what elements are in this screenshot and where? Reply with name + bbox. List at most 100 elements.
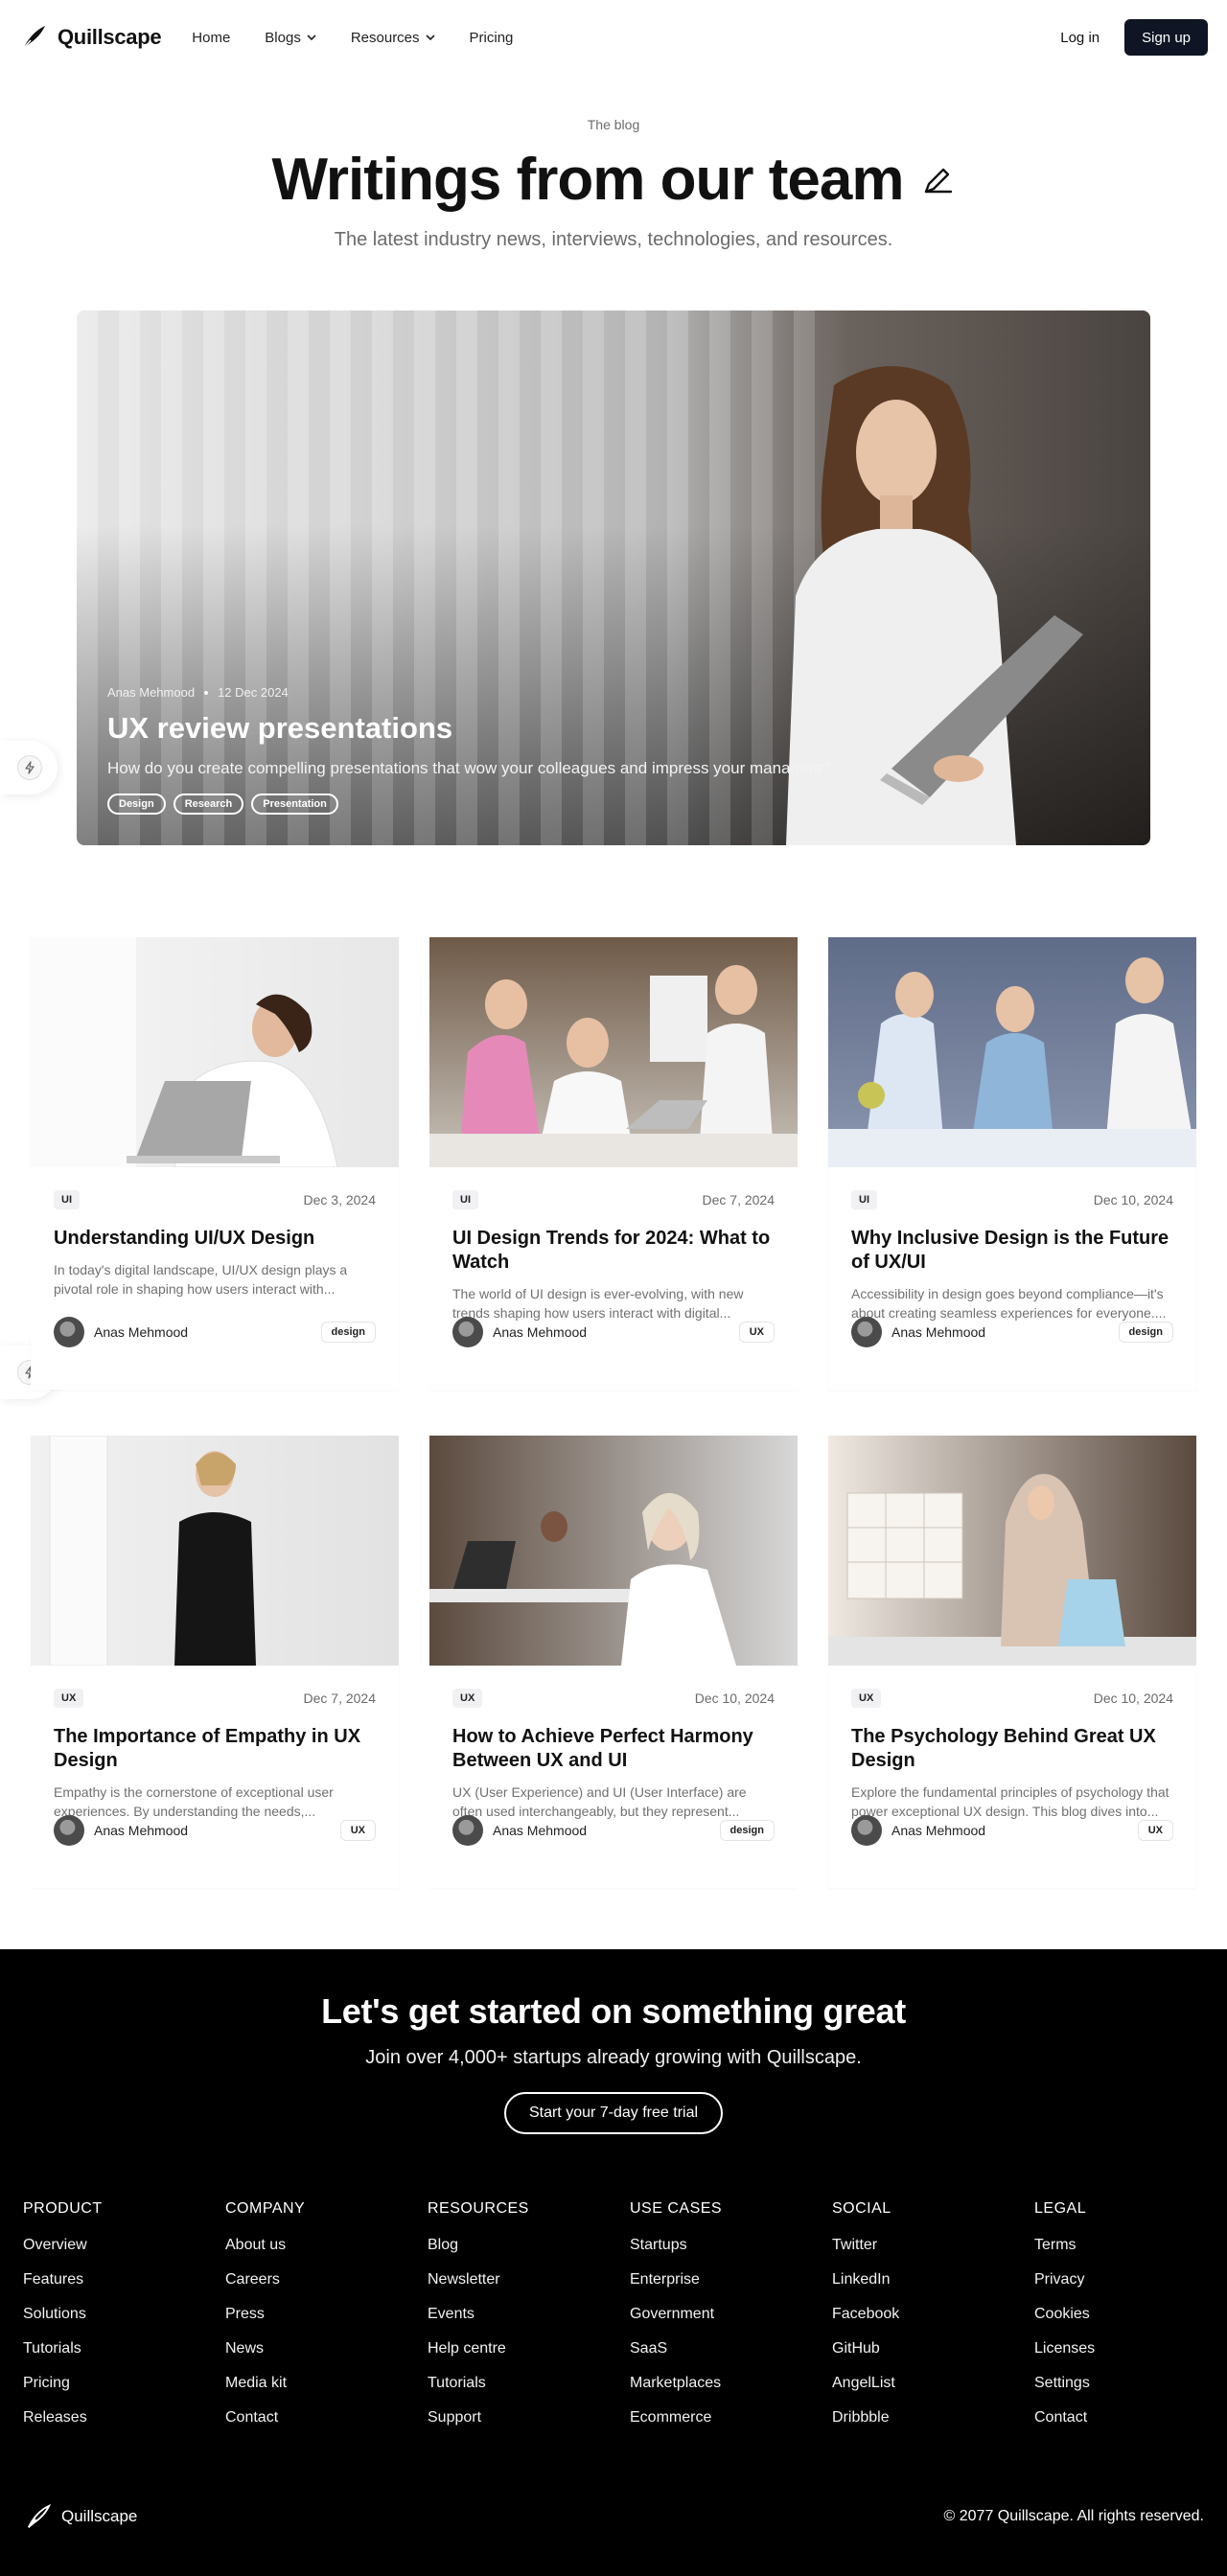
footer-link[interactable]: AngelList [832, 2375, 1034, 2409]
category-badge[interactable]: UX [851, 1689, 882, 1708]
footer-link[interactable]: Contact [1034, 2409, 1227, 2444]
post-author[interactable]: Anas Mehmood [452, 1815, 587, 1846]
post-image [31, 1436, 399, 1666]
footer-link[interactable]: Media kit [225, 2375, 428, 2409]
page-subtitle: The latest industry news, interviews, te… [334, 229, 893, 250]
footer-link[interactable]: Events [428, 2306, 630, 2340]
post-tag[interactable]: UX [1137, 1820, 1173, 1841]
post-author[interactable]: Anas Mehmood [54, 1317, 188, 1347]
footer-link[interactable]: Solutions [23, 2306, 225, 2340]
post-image [828, 937, 1196, 1167]
featured-author: Anas Mehmood [107, 685, 196, 700]
post-card[interactable]: UI Dec 10, 2024 Why Inclusive Design is … [828, 937, 1196, 1390]
post-card[interactable]: UX Dec 10, 2024 How to Achieve Perfect H… [429, 1436, 798, 1888]
footer-link[interactable]: Settings [1034, 2375, 1227, 2409]
footer-link[interactable]: Terms [1034, 2237, 1227, 2271]
login-link[interactable]: Log in [1051, 22, 1109, 54]
footer-link[interactable]: LinkedIn [832, 2271, 1034, 2306]
post-title[interactable]: The Importance of Empathy in UX Design [54, 1725, 376, 1773]
footer-link[interactable]: About us [225, 2237, 428, 2271]
footer-link[interactable]: Facebook [832, 2306, 1034, 2340]
footer-link[interactable]: Startups [630, 2237, 832, 2271]
footer-link[interactable]: Press [225, 2306, 428, 2340]
category-badge[interactable]: UI [54, 1190, 80, 1209]
post-title[interactable]: The Psychology Behind Great UX Design [851, 1725, 1173, 1773]
post-title[interactable]: Why Inclusive Design is the Future of UX… [851, 1227, 1173, 1275]
meta-separator [204, 690, 209, 695]
post-tag[interactable]: design [320, 1322, 376, 1343]
footer-link[interactable]: Pricing [23, 2375, 225, 2409]
footer-link[interactable]: Help centre [428, 2340, 630, 2375]
post-tag[interactable]: design [719, 1820, 775, 1841]
post-card[interactable]: UI Dec 3, 2024 Understanding UI/UX Desig… [31, 937, 399, 1390]
featured-tag[interactable]: Presentation [251, 794, 338, 815]
featured-tag[interactable]: Research [173, 794, 244, 815]
post-author[interactable]: Anas Mehmood [452, 1317, 587, 1347]
footer-link[interactable]: News [225, 2340, 428, 2375]
featured-title[interactable]: UX review presentations [107, 711, 831, 746]
nav-blogs-dropdown[interactable]: Blogs [265, 30, 316, 46]
post-author[interactable]: Anas Mehmood [851, 1815, 985, 1846]
footer-link[interactable]: Government [630, 2306, 832, 2340]
featured-tag[interactable]: Design [107, 794, 166, 815]
post-tag[interactable]: design [1118, 1322, 1173, 1343]
footer-link[interactable]: Marketplaces [630, 2375, 832, 2409]
post-author[interactable]: Anas Mehmood [851, 1317, 985, 1347]
footer-link[interactable]: Enterprise [630, 2271, 832, 2306]
signup-button[interactable]: Sign up [1124, 19, 1208, 56]
quill-logo-icon [27, 2503, 52, 2528]
post-date: Dec 7, 2024 [303, 1690, 377, 1706]
post-excerpt: In today's digital landscape, UI/UX desi… [54, 1262, 348, 1298]
nav-resources-dropdown[interactable]: Resources [351, 30, 435, 46]
primary-nav: Home Blogs Resources Pricing [192, 30, 513, 46]
brand-logo[interactable]: Quillscape [19, 23, 162, 52]
footer-link[interactable]: SaaS [630, 2340, 832, 2375]
post-date: Dec 7, 2024 [702, 1192, 776, 1208]
post-card[interactable]: UX Dec 10, 2024 The Psychology Behind Gr… [828, 1436, 1196, 1888]
post-date: Dec 3, 2024 [303, 1192, 377, 1208]
footer-brand[interactable]: Quillscape [25, 2503, 137, 2530]
posts-grid: UI Dec 3, 2024 Understanding UI/UX Desig… [31, 937, 1196, 1888]
post-title[interactable]: How to Achieve Perfect Harmony Between U… [452, 1725, 775, 1773]
footer-link[interactable]: Releases [23, 2409, 225, 2444]
post-body: UI Dec 10, 2024 Why Inclusive Design is … [828, 1167, 1196, 1323]
footer-column-product: PRODUCT Overview Features Solutions Tuto… [23, 2200, 225, 2444]
post-author[interactable]: Anas Mehmood [54, 1815, 188, 1846]
category-badge[interactable]: UX [54, 1689, 84, 1708]
footer-link[interactable]: Support [428, 2409, 630, 2444]
footer-link[interactable]: Twitter [832, 2237, 1034, 2271]
footer-link[interactable]: Blog [428, 2237, 630, 2271]
footer-link[interactable]: Privacy [1034, 2271, 1227, 2306]
footer-link[interactable]: Cookies [1034, 2306, 1227, 2340]
nav-home[interactable]: Home [192, 30, 230, 46]
category-badge[interactable]: UI [452, 1190, 478, 1209]
post-tag[interactable]: UX [339, 1820, 376, 1841]
footer-link[interactable]: Overview [23, 2237, 225, 2271]
footer-link[interactable]: Careers [225, 2271, 428, 2306]
quill-logo-icon [22, 26, 45, 50]
footer-link[interactable]: Dribbble [832, 2409, 1034, 2444]
footer-link[interactable]: Ecommerce [630, 2409, 832, 2444]
featured-post-card[interactable]: Anas Mehmood 12 Dec 2024 UX review prese… [77, 310, 1150, 845]
post-card[interactable]: UX Dec 7, 2024 The Importance of Empathy… [31, 1436, 399, 1888]
nav-resources-label: Resources [350, 29, 420, 46]
post-tag[interactable]: UX [738, 1322, 775, 1343]
post-body: UX Dec 7, 2024 The Importance of Empathy… [31, 1666, 399, 1822]
nav-pricing[interactable]: Pricing [470, 30, 514, 46]
footer-link[interactable]: Tutorials [428, 2375, 630, 2409]
category-badge[interactable]: UX [452, 1689, 483, 1708]
footer-link[interactable]: Licenses [1034, 2340, 1227, 2375]
post-title[interactable]: Understanding UI/UX Design [54, 1227, 376, 1251]
footer-link[interactable]: Tutorials [23, 2340, 225, 2375]
post-meta-row: UX Dec 10, 2024 [452, 1689, 775, 1708]
footer-link[interactable]: GitHub [832, 2340, 1034, 2375]
post-title[interactable]: UI Design Trends for 2024: What to Watch [452, 1227, 775, 1275]
post-card[interactable]: UI Dec 7, 2024 UI Design Trends for 2024… [429, 937, 798, 1390]
side-quick-action[interactable] [0, 741, 58, 794]
top-nav: Quillscape Home Blogs Resources Pricing … [0, 0, 1227, 75]
footer-link[interactable]: Contact [225, 2409, 428, 2444]
footer-link[interactable]: Features [23, 2271, 225, 2306]
category-badge[interactable]: UI [851, 1190, 877, 1209]
start-trial-button[interactable]: Start your 7-day free trial [503, 2092, 724, 2134]
footer-link[interactable]: Newsletter [428, 2271, 630, 2306]
